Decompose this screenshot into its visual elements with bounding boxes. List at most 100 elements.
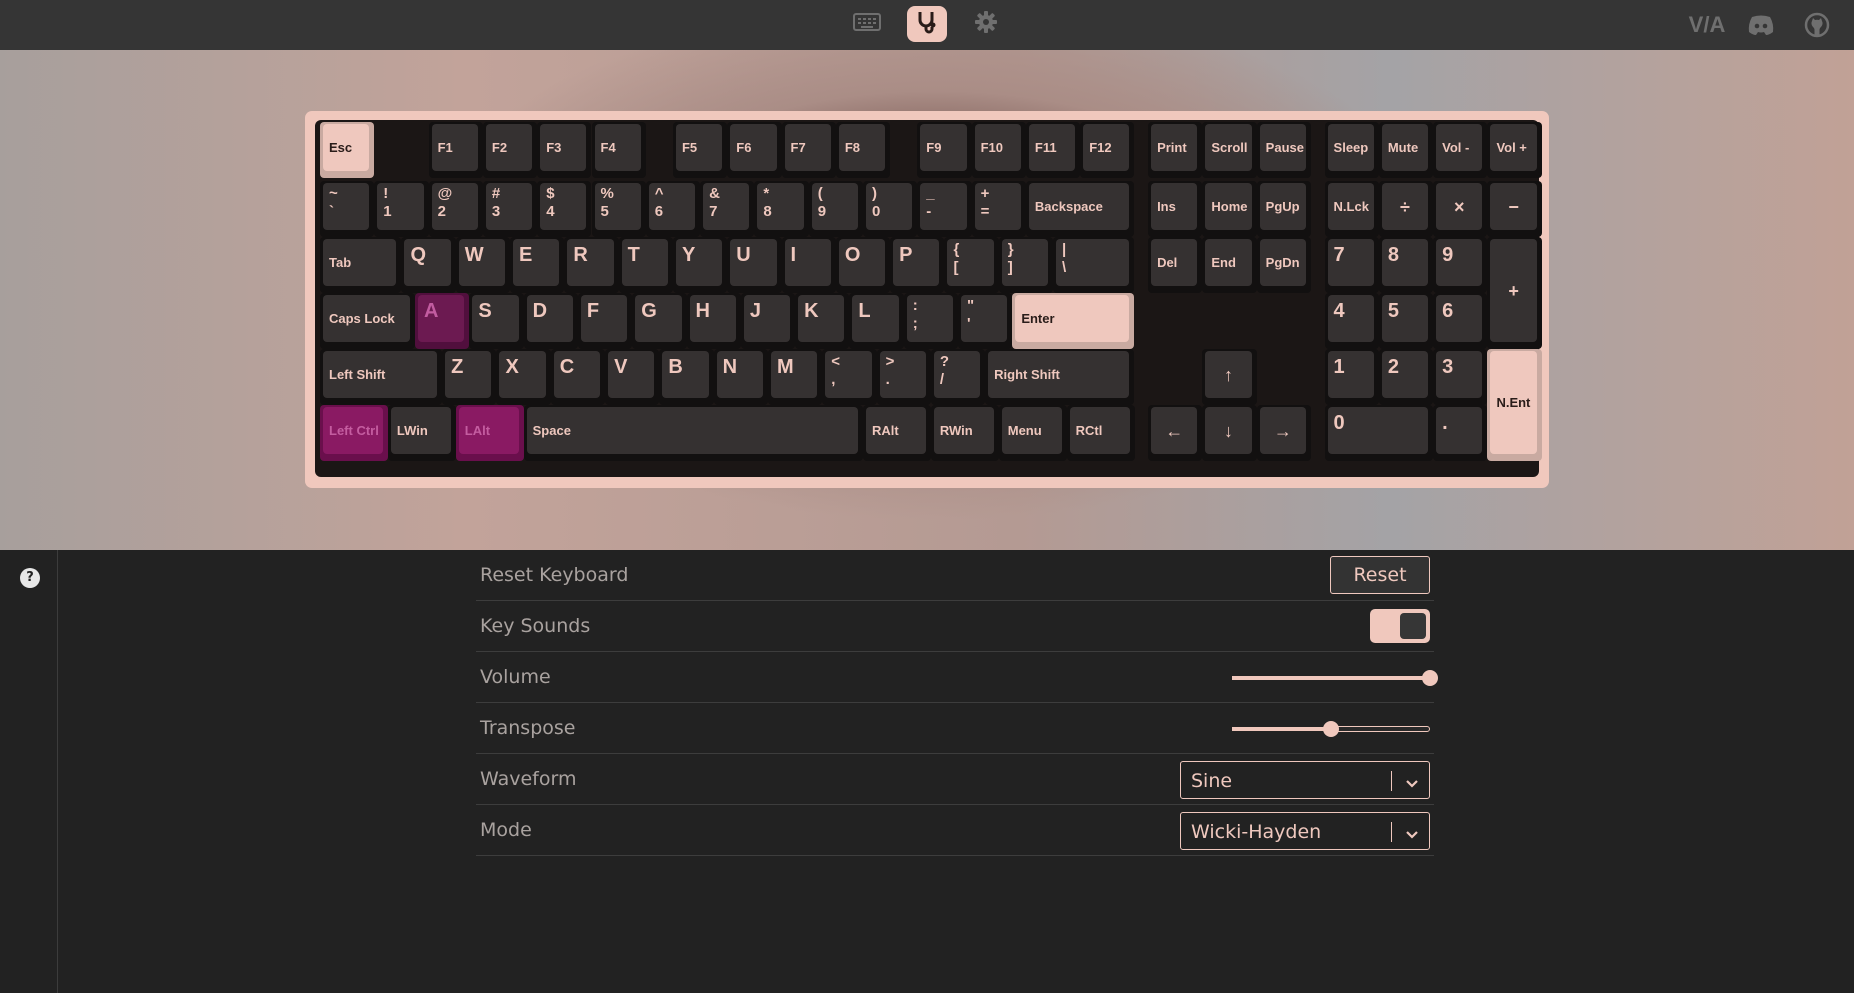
mode-select[interactable]: Wicki-Hayden [1180, 812, 1430, 850]
nav-settings-button[interactable] [966, 6, 1006, 42]
key-1[interactable]: ! 1 [374, 181, 429, 237]
slider-thumb[interactable] [1323, 721, 1339, 737]
key-scroll[interactable]: Scroll [1202, 122, 1257, 178]
key-f1[interactable]: F1 [428, 122, 483, 178]
key-symbol[interactable]: ? / [930, 349, 986, 405]
key-8[interactable]: * 8 [754, 181, 809, 237]
key-left-shift[interactable]: Left Shift [320, 349, 443, 405]
key-9[interactable]: (9 [808, 181, 863, 237]
key-right-shift[interactable]: Right Shift [985, 349, 1135, 405]
key-o[interactable]: O [835, 237, 891, 293]
key-0[interactable]: 0 [1324, 405, 1434, 461]
key-lwin[interactable]: LWin [387, 405, 456, 461]
help-icon[interactable]: ? [20, 568, 40, 588]
key-l[interactable]: L [849, 293, 904, 349]
key-symbol[interactable]: × [1433, 181, 1488, 237]
key-v[interactable]: V [605, 349, 660, 405]
key-t[interactable]: T [618, 237, 673, 293]
key-pgup[interactable]: PgUp [1256, 181, 1311, 237]
key-i[interactable]: I [781, 237, 836, 293]
github-icon[interactable] [1802, 10, 1832, 40]
key-vol[interactable]: Vol - [1433, 122, 1488, 178]
key-home[interactable]: Home [1202, 181, 1257, 237]
key-pgdn[interactable]: PgDn [1256, 237, 1311, 293]
key-b[interactable]: B [659, 349, 714, 405]
key-ralt[interactable]: RAlt [863, 405, 931, 461]
key-symbol[interactable]: + = [971, 181, 1026, 237]
key-3[interactable]: 3 [1433, 349, 1488, 405]
key-4[interactable]: $4 [537, 181, 592, 237]
key-g[interactable]: G [632, 293, 687, 349]
key-symbol[interactable]: ← [1148, 405, 1203, 461]
key-j[interactable]: J [740, 293, 796, 349]
key-symbol[interactable]: . [1433, 405, 1488, 461]
key-pause[interactable]: Pause [1256, 122, 1311, 178]
key-sleep[interactable]: Sleep [1324, 122, 1379, 178]
key-s[interactable]: S [469, 293, 524, 349]
key-f9[interactable]: F9 [917, 122, 972, 178]
key-esc[interactable]: Esc [320, 122, 375, 178]
key-space[interactable]: Space [523, 405, 863, 461]
key-f8[interactable]: F8 [835, 122, 891, 178]
key-f3[interactable]: F3 [537, 122, 592, 178]
key-d[interactable]: D [523, 293, 578, 349]
key-symbol[interactable]: ÷ [1378, 181, 1434, 237]
key-y[interactable]: Y [672, 237, 728, 293]
key-x[interactable]: X [496, 349, 551, 405]
key-4[interactable]: 4 [1324, 293, 1379, 349]
key-f7[interactable]: F7 [781, 122, 836, 178]
key-caps-lock[interactable]: Caps Lock [320, 293, 416, 349]
via-logo[interactable]: V/A [1689, 10, 1726, 40]
key-z[interactable]: Z [442, 349, 497, 405]
key-h[interactable]: H [686, 293, 741, 349]
key-q[interactable]: Q [401, 237, 456, 293]
key-6[interactable]: ^ 6 [645, 181, 701, 237]
key-symbol[interactable]: >. [876, 349, 931, 405]
key-left-ctrl[interactable]: Left Ctrl [320, 405, 388, 461]
key-f11[interactable]: F11 [1025, 122, 1081, 178]
key-del[interactable]: Del [1148, 237, 1203, 293]
key-m[interactable]: M [767, 349, 823, 405]
key-r[interactable]: R [564, 237, 619, 293]
key-rctl[interactable]: RCtl [1066, 405, 1135, 461]
key-lalt[interactable]: LAlt [455, 405, 524, 461]
key-symbol[interactable]: + [1487, 237, 1542, 349]
key-symbol[interactable]: }] [998, 237, 1054, 293]
key-6[interactable]: 6 [1433, 293, 1488, 349]
key-n-ent[interactable]: N.Ent [1487, 349, 1542, 461]
key-5[interactable]: % 5 [591, 181, 646, 237]
key-f4[interactable]: F4 [591, 122, 646, 178]
key-vol[interactable]: Vol + [1487, 122, 1542, 178]
key-7[interactable]: & 7 [700, 181, 755, 237]
nav-keyboard-button[interactable] [847, 6, 887, 42]
key-ins[interactable]: Ins [1148, 181, 1203, 237]
key-symbol[interactable]: " ' [958, 293, 1013, 349]
key-sounds-toggle[interactable] [1370, 609, 1430, 643]
key-2[interactable]: @2 [428, 181, 483, 237]
key-1[interactable]: 1 [1324, 349, 1379, 405]
key-n-lck[interactable]: N.Lck [1324, 181, 1379, 237]
key-backspace[interactable]: Backspace [1025, 181, 1135, 237]
key-end[interactable]: End [1202, 237, 1257, 293]
nav-debug-button[interactable] [907, 6, 947, 42]
key-rwin[interactable]: RWin [930, 405, 999, 461]
key-f10[interactable]: F10 [971, 122, 1026, 178]
volume-slider[interactable] [1232, 670, 1438, 686]
discord-icon[interactable] [1746, 10, 1776, 40]
key-symbol[interactable]: → [1256, 405, 1311, 461]
key-9[interactable]: 9 [1433, 237, 1488, 293]
key-mute[interactable]: Mute [1378, 122, 1434, 178]
key-0[interactable]: ) 0 [863, 181, 918, 237]
key-a[interactable]: A [415, 293, 470, 349]
key-u[interactable]: U [727, 237, 782, 293]
key-e[interactable]: E [510, 237, 565, 293]
key-symbol[interactable]: <, [822, 349, 877, 405]
key-7[interactable]: 7 [1324, 237, 1379, 293]
key-tab[interactable]: Tab [320, 237, 402, 293]
key-print[interactable]: Print [1148, 122, 1203, 178]
key-menu[interactable]: Menu [998, 405, 1067, 461]
key-symbol[interactable]: ↓ [1202, 405, 1257, 461]
transpose-slider[interactable] [1232, 721, 1430, 737]
key-symbol[interactable]: :; [903, 293, 959, 349]
key-enter[interactable]: Enter [1012, 293, 1135, 349]
